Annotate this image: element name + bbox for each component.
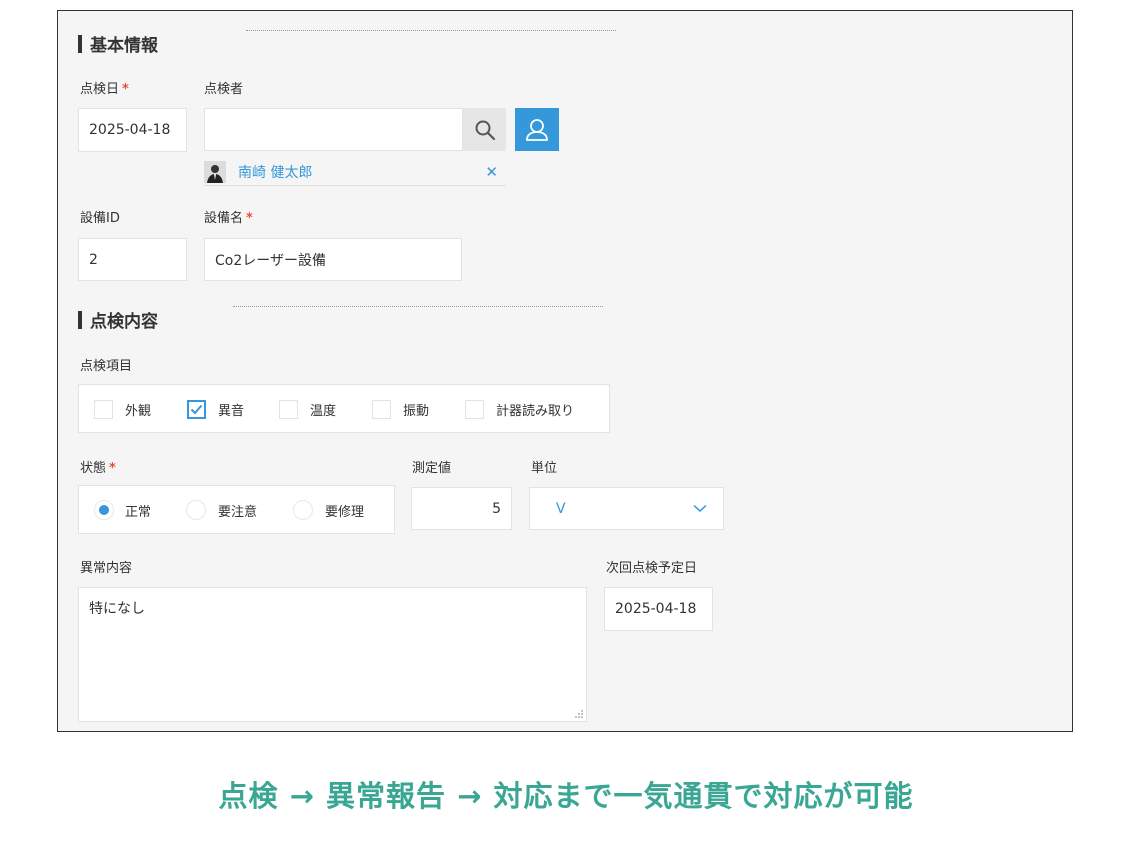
option-label: 振動 — [403, 404, 430, 419]
required-mark: * — [246, 211, 253, 226]
measurement-input[interactable]: 5 — [411, 487, 512, 530]
check-icon — [190, 404, 203, 415]
section-bar — [78, 34, 82, 53]
option-label: 外観 — [125, 404, 152, 419]
checkbox-gauge-reading[interactable] — [465, 400, 484, 419]
unit-value: V — [556, 500, 566, 517]
remove-user-icon[interactable]: ✕ — [485, 163, 498, 181]
option-label: 異音 — [218, 404, 245, 419]
unit-select[interactable]: V — [529, 487, 724, 530]
equipment-name-label: 設備名 * — [204, 207, 253, 226]
radio-caution[interactable] — [186, 500, 206, 520]
section-divider — [246, 30, 616, 31]
unit-label: 単位 — [531, 461, 558, 476]
inspector-input[interactable] — [204, 108, 463, 151]
inspection-items-group: 外観 異音 温度 振動 計器読み取り — [78, 384, 610, 433]
inspection-date-input[interactable]: 2025-04-18 — [78, 108, 187, 152]
checkbox-exterior[interactable] — [94, 400, 113, 419]
anomaly-value: 特になし — [89, 601, 145, 617]
radio-needs-repair[interactable] — [293, 500, 313, 520]
section-basic-title: 基本情報 — [90, 36, 158, 56]
inspector-label: 点検者 — [204, 82, 244, 97]
avatar-icon — [204, 161, 226, 183]
anomaly-textarea[interactable]: 特になし — [78, 587, 587, 722]
equipment-id-input[interactable]: 2 — [78, 238, 187, 281]
section-bar — [78, 310, 82, 329]
promo-caption: 点検 → 異常報告 → 対応まで一気通貫で対応が可能 — [218, 779, 914, 813]
inspection-items-label: 点検項目 — [80, 359, 133, 374]
equipment-name-label-text: 設備名 — [204, 211, 244, 226]
status-label-text: 状態 — [80, 461, 107, 476]
next-date-input[interactable]: 2025-04-18 — [604, 587, 713, 631]
section-content-heading: 点検内容 — [78, 307, 158, 332]
checkbox-abnormal-sound[interactable] — [187, 400, 206, 419]
equipment-id-label: 設備ID — [80, 211, 120, 226]
option-label: 計器読み取り — [496, 404, 575, 419]
checkbox-vibration[interactable] — [372, 400, 391, 419]
next-date-label: 次回点検予定日 — [606, 561, 698, 576]
user-picker-button[interactable] — [515, 108, 559, 151]
measurement-value: 5 — [492, 500, 501, 517]
section-basic-heading: 基本情報 — [78, 31, 158, 56]
radio-label: 要修理 — [325, 505, 365, 520]
search-icon — [475, 120, 495, 140]
inspection-date-label-text: 点検日 — [80, 82, 120, 97]
anomaly-label: 異常内容 — [80, 561, 133, 576]
required-mark: * — [109, 461, 116, 476]
inspection-date-value: 2025-04-18 — [89, 122, 171, 138]
radio-normal[interactable] — [94, 500, 114, 520]
inspector-search-button[interactable] — [463, 108, 506, 151]
chevron-down-icon — [693, 504, 707, 513]
selected-user-name[interactable]: 南崎 健太郎 — [238, 162, 312, 182]
radio-label: 正常 — [125, 505, 152, 520]
section-content-title: 点検内容 — [90, 312, 158, 332]
status-radio-group: 正常 要注意 要修理 — [78, 485, 395, 534]
form-panel: 基本情報 点検日 * 2025-04-18 点検者 南崎 健太郎 ✕ 設備ID … — [57, 10, 1073, 732]
equipment-id-value: 2 — [89, 251, 98, 268]
inspection-date-label: 点検日 * — [80, 78, 129, 97]
measurement-label: 測定値 — [412, 461, 452, 476]
selected-user-chip: 南崎 健太郎 ✕ — [204, 159, 506, 186]
user-icon — [526, 118, 548, 141]
required-mark: * — [122, 82, 129, 97]
checkbox-temperature[interactable] — [279, 400, 298, 419]
status-label: 状態 * — [80, 457, 116, 476]
radio-label: 要注意 — [218, 505, 258, 520]
option-label: 温度 — [310, 404, 337, 419]
next-date-value: 2025-04-18 — [615, 601, 697, 617]
section-divider — [233, 306, 603, 307]
avatar — [204, 161, 226, 183]
resize-handle-icon[interactable] — [574, 709, 584, 719]
equipment-name-value: Co2レーザー設備 — [215, 252, 326, 269]
equipment-name-input[interactable]: Co2レーザー設備 — [204, 238, 462, 281]
